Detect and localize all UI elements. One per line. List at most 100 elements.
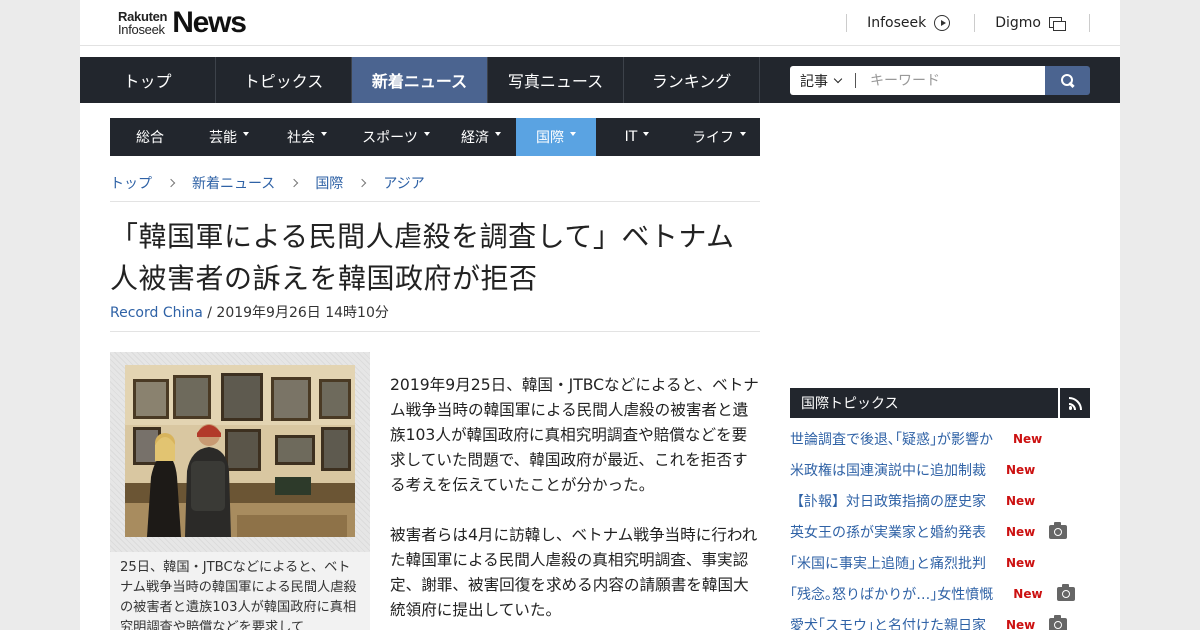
category-entertainment[interactable]: 芸能 bbox=[190, 118, 268, 156]
logo-small-text: Rakuten Infoseek bbox=[118, 10, 168, 37]
article-date: / 2019年9月26日 14時10分 bbox=[202, 305, 389, 321]
article-byline: Record China / 2019年9月26日 14時10分 bbox=[110, 302, 389, 322]
topic-link[interactable]: 英女王の孫が実業家と婚約発表 bbox=[790, 522, 986, 542]
breadcrumb-asia[interactable]: アジア bbox=[383, 173, 424, 193]
list-item[interactable]: 英女王の孫が実業家と婚約発表 New bbox=[790, 516, 1090, 547]
category-nav: 総合 芸能 社会 スポーツ 経済 国際 IT ライフ bbox=[110, 118, 760, 156]
category-label: スポーツ bbox=[362, 130, 418, 146]
search-icon bbox=[1060, 73, 1075, 88]
rss-button[interactable] bbox=[1060, 388, 1090, 418]
infoseek-link-label: Infoseek bbox=[867, 15, 927, 31]
camera-icon bbox=[1049, 521, 1068, 539]
main-nav-latest[interactable]: 新着ニュース bbox=[352, 57, 488, 103]
chevron-right-icon bbox=[358, 178, 367, 187]
logo-news: News bbox=[172, 6, 247, 39]
search-box: 記事 bbox=[790, 66, 1090, 95]
category-label: 社会 bbox=[287, 130, 315, 146]
topic-link[interactable]: 米政権は国連演説中に追加制裁 bbox=[790, 460, 986, 480]
breadcrumb-international[interactable]: 国際 bbox=[315, 173, 343, 193]
topic-link[interactable]: 【訃報】対日政策指摘の歴史家 bbox=[790, 491, 986, 511]
main-nav-topics[interactable]: トピックス bbox=[216, 57, 352, 103]
new-badge: New bbox=[1006, 524, 1036, 539]
search-input[interactable] bbox=[856, 66, 1045, 95]
list-item[interactable]: 米政権は国連演説中に追加制裁 New bbox=[790, 454, 1090, 485]
category-label: IT bbox=[624, 129, 638, 145]
search-category-label: 記事 bbox=[800, 73, 828, 90]
logo-infoseek: Infoseek bbox=[118, 22, 165, 37]
sidebar-title: 国際トピックス bbox=[790, 388, 1058, 418]
site-header: Rakuten Infoseek News Infoseek Digmo bbox=[80, 0, 1120, 46]
breadcrumb-top[interactable]: トップ bbox=[110, 173, 152, 193]
header-divider bbox=[1089, 14, 1090, 32]
new-badge: New bbox=[1006, 617, 1036, 630]
category-international[interactable]: 国際 bbox=[516, 118, 596, 156]
category-it[interactable]: IT bbox=[596, 118, 678, 156]
main-nav-photo-news[interactable]: 写真ニュース bbox=[488, 57, 624, 103]
topic-link[interactable]: ｢米国に事実上追随｣と痛烈批判 bbox=[790, 553, 986, 573]
list-item[interactable]: ｢残念｡怒りばかりが…｣女性憤慨 New bbox=[790, 578, 1090, 609]
category-label: 芸能 bbox=[209, 130, 237, 146]
list-item[interactable]: ｢米国に事実上追随｣と痛烈批判 New bbox=[790, 547, 1090, 578]
article-photo-card: 25日、韓国・JTBCなどによると、ベトナム戦争当時の韓国軍による民間人虐殺の被… bbox=[110, 352, 370, 630]
chevron-down-icon bbox=[833, 74, 843, 84]
article-source-link[interactable]: Record China bbox=[110, 305, 203, 321]
dropdown-arrow-icon bbox=[495, 132, 501, 136]
windows-icon bbox=[1049, 16, 1066, 31]
circle-arrow-icon bbox=[934, 15, 951, 31]
search-button[interactable] bbox=[1045, 66, 1090, 95]
chevron-right-icon bbox=[166, 178, 176, 187]
new-badge: New bbox=[1013, 431, 1043, 446]
new-badge: New bbox=[1013, 586, 1043, 601]
main-nav-top[interactable]: トップ bbox=[80, 57, 216, 103]
page: Rakuten Infoseek News Infoseek Digmo トップ… bbox=[80, 0, 1120, 630]
sidebar-header: 国際トピックス bbox=[790, 388, 1090, 418]
category-sports[interactable]: スポーツ bbox=[346, 118, 446, 156]
main-nav: トップ トピックス 新着ニュース 写真ニュース ランキング 記事 bbox=[80, 57, 1120, 103]
infoseek-link[interactable]: Infoseek bbox=[847, 15, 974, 31]
main-nav-ranking[interactable]: ランキング bbox=[624, 57, 760, 103]
breadcrumb-latest[interactable]: 新着ニュース bbox=[192, 173, 275, 193]
camera-icon bbox=[1056, 583, 1075, 601]
article-title-line: 「韓国軍による民間人虐殺を調査して」ベトナム bbox=[110, 220, 735, 253]
category-label: ライフ bbox=[692, 130, 734, 146]
dropdown-arrow-icon bbox=[243, 132, 249, 136]
breadcrumb: トップ 新着ニュース 国際 アジア bbox=[110, 174, 760, 202]
new-badge: New bbox=[1006, 555, 1036, 570]
category-society[interactable]: 社会 bbox=[268, 118, 346, 156]
topic-list: 世論調査で後退､｢疑惑｣が影響か New 米政権は国連演説中に追加制裁 New … bbox=[790, 423, 1090, 630]
header-links: Infoseek Digmo bbox=[846, 12, 1090, 34]
topic-link[interactable]: 愛犬｢スモウ｣と名付けた親日家 bbox=[790, 615, 986, 630]
list-item[interactable]: 世論調査で後退､｢疑惑｣が影響か New bbox=[790, 423, 1090, 454]
list-item[interactable]: 愛犬｢スモウ｣と名付けた親日家 New bbox=[790, 609, 1090, 630]
topic-link[interactable]: ｢残念｡怒りばかりが…｣女性憤慨 bbox=[790, 584, 993, 604]
dropdown-arrow-icon bbox=[643, 132, 650, 136]
dropdown-arrow-icon bbox=[570, 132, 576, 136]
photo-frame bbox=[110, 352, 370, 552]
category-general[interactable]: 総合 bbox=[110, 118, 190, 156]
category-life[interactable]: ライフ bbox=[678, 118, 760, 156]
category-economy[interactable]: 経済 bbox=[446, 118, 516, 156]
category-label: 国際 bbox=[536, 130, 564, 146]
camera-icon bbox=[1049, 614, 1068, 630]
divider bbox=[110, 331, 760, 332]
article-title: 「韓国軍による民間人虐殺を調査して」ベトナム 人被害者の訴えを韓国政府が拒否 bbox=[110, 216, 760, 300]
article-paragraph: 2019年9月25日、韓国・JTBCなどによると、ベトナム戦争当時の韓国軍による… bbox=[390, 376, 759, 494]
search-category-select[interactable]: 記事 bbox=[790, 66, 856, 95]
topic-link[interactable]: 世論調査で後退､｢疑惑｣が影響か bbox=[790, 429, 993, 449]
list-item[interactable]: 【訃報】対日政策指摘の歴史家 New bbox=[790, 485, 1090, 516]
dropdown-arrow-icon bbox=[423, 132, 430, 136]
digmo-link[interactable]: Digmo bbox=[975, 15, 1089, 31]
category-label: 総合 bbox=[136, 130, 164, 146]
category-label: 経済 bbox=[461, 130, 489, 146]
dropdown-arrow-icon bbox=[740, 132, 746, 136]
new-badge: New bbox=[1006, 493, 1036, 508]
rss-icon bbox=[1068, 396, 1082, 410]
article-photo[interactable] bbox=[125, 365, 355, 537]
new-badge: New bbox=[1006, 462, 1036, 477]
site-logo[interactable]: Rakuten Infoseek News bbox=[118, 6, 247, 40]
article-title-line: 人被害者の訴えを韓国政府が拒否 bbox=[110, 262, 538, 295]
article-body: 2019年9月25日、韓国・JTBCなどによると、ベトナム戦争当時の韓国軍による… bbox=[390, 373, 762, 630]
photo-caption: 25日、韓国・JTBCなどによると、ベトナム戦争当時の韓国軍による民間人虐殺の被… bbox=[120, 560, 357, 630]
digmo-link-label: Digmo bbox=[995, 15, 1041, 31]
chevron-right-icon bbox=[290, 178, 299, 187]
